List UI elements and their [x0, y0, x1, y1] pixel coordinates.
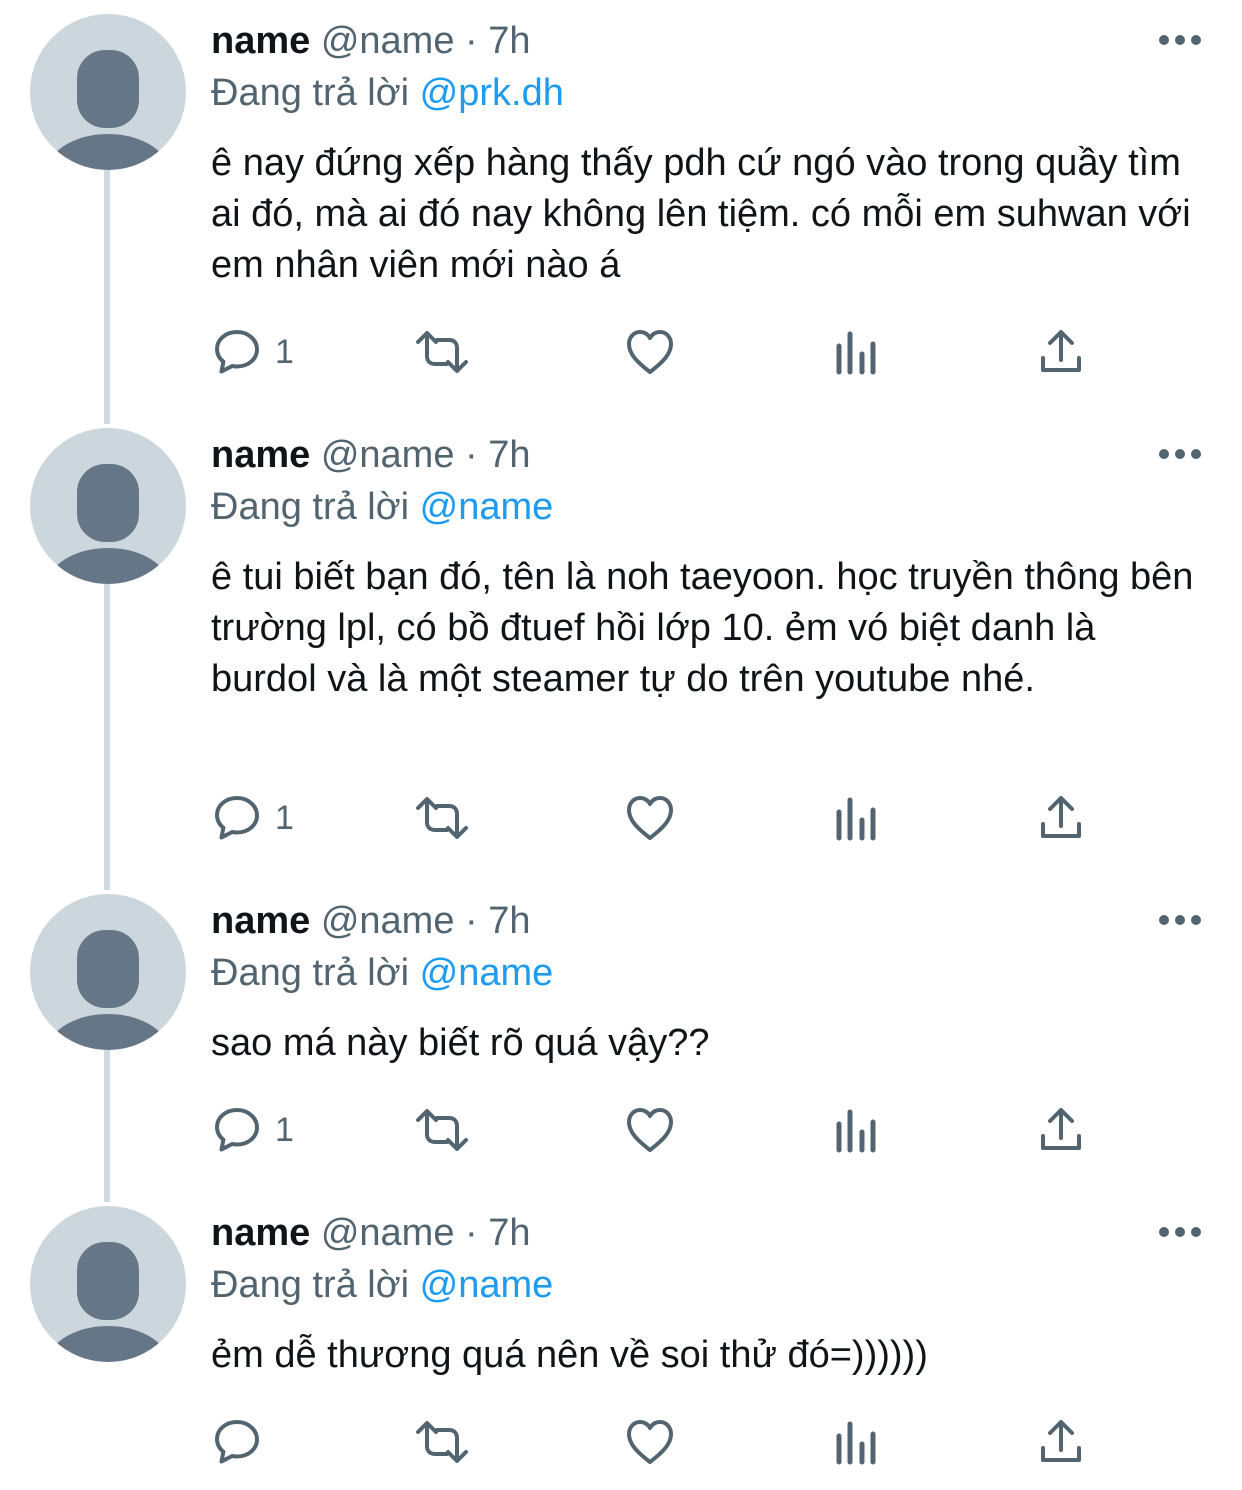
tweet-text: ê nay đứng xếp hàng thấy pdh cứ ngó vào …	[211, 142, 1191, 286]
share-button[interactable]	[1038, 1102, 1084, 1158]
timestamp[interactable]: 7h	[488, 434, 530, 476]
views-button[interactable]	[833, 790, 879, 846]
retweet-button[interactable]	[414, 324, 470, 380]
reply-count: 1	[275, 1111, 294, 1149]
timestamp[interactable]: 7h	[488, 1212, 530, 1254]
reply-mention[interactable]: @name	[420, 486, 554, 528]
default-avatar-icon	[46, 930, 170, 1050]
tweet[interactable]: name @name · 7h Đang trả lời @name sao m…	[0, 880, 1242, 1180]
share-icon	[1041, 1108, 1081, 1150]
reply-mention[interactable]: @prk.dh	[420, 72, 564, 114]
replying-to: Đang trả lời @name	[211, 950, 553, 996]
share-button[interactable]	[1038, 1414, 1084, 1470]
tweet[interactable]: name @name · 7h Đang trả lời @prk.dh ê n…	[0, 0, 1242, 400]
default-avatar-icon	[46, 464, 170, 584]
separator-dot: ·	[465, 1212, 478, 1254]
like-button[interactable]	[625, 1414, 675, 1470]
tweet-text: ê tui biết bạn đó, tên là noh taeyoon. h…	[211, 556, 1194, 700]
reply-button[interactable]: 1	[213, 324, 294, 380]
separator-dot: ·	[465, 900, 478, 942]
reply-count: 1	[275, 333, 294, 371]
retweet-button[interactable]	[414, 790, 470, 846]
retweet-button[interactable]	[414, 1102, 470, 1158]
replying-prefix: Đang trả lời	[211, 72, 410, 114]
tweet-header: name @name · 7h	[211, 432, 531, 478]
views-icon	[836, 331, 876, 375]
default-avatar-icon	[46, 1242, 170, 1362]
separator-dot: ·	[465, 434, 478, 476]
like-button[interactable]	[625, 790, 675, 846]
tweet-text: ẻm dễ thương quá nên về soi thử đó=)))))…	[211, 1334, 928, 1376]
like-icon	[627, 1108, 673, 1152]
replying-prefix: Đang trả lời	[211, 486, 410, 528]
tweet[interactable]: name @name · 7h Đang trả lời @name ẻm dễ…	[0, 1192, 1242, 1490]
share-icon	[1041, 796, 1081, 838]
timestamp[interactable]: 7h	[488, 20, 530, 62]
like-icon	[627, 330, 673, 374]
views-button[interactable]	[833, 1102, 879, 1158]
retweet-icon	[416, 797, 468, 839]
views-icon	[836, 1109, 876, 1153]
replying-prefix: Đang trả lời	[211, 952, 410, 994]
retweet-icon	[416, 331, 468, 373]
like-icon	[627, 1420, 673, 1464]
share-icon	[1041, 330, 1081, 372]
more-icon[interactable]	[1156, 1222, 1204, 1242]
avatar[interactable]	[30, 428, 186, 584]
action-bar: 1	[0, 324, 1242, 380]
avatar[interactable]	[30, 14, 186, 170]
replying-to: Đang trả lời @prk.dh	[211, 70, 564, 116]
avatar[interactable]	[30, 894, 186, 1050]
avatar[interactable]	[30, 1206, 186, 1362]
like-button[interactable]	[625, 324, 675, 380]
tweet[interactable]: name @name · 7h Đang trả lời @name ê tui…	[0, 414, 1242, 878]
action-bar: 1	[0, 1102, 1242, 1158]
more-icon[interactable]	[1156, 444, 1204, 464]
tweet-text: sao má này biết rõ quá vậy??	[211, 1022, 710, 1064]
replying-to: Đang trả lời @name	[211, 1262, 553, 1308]
timestamp[interactable]: 7h	[488, 900, 530, 942]
views-button[interactable]	[833, 324, 879, 380]
default-avatar-icon	[46, 50, 170, 170]
reply-mention[interactable]: @name	[420, 952, 554, 994]
action-bar	[0, 1414, 1242, 1470]
reply-icon	[215, 1420, 259, 1464]
replying-prefix: Đang trả lời	[211, 1264, 410, 1306]
separator-dot: ·	[465, 20, 478, 62]
reply-button[interactable]	[213, 1414, 275, 1470]
user-handle[interactable]: @name	[321, 1212, 455, 1254]
replying-to: Đang trả lời @name	[211, 484, 553, 530]
tweet-header: name @name · 7h	[211, 18, 531, 64]
reply-icon	[215, 1108, 259, 1152]
reply-count: 1	[275, 799, 294, 837]
share-button[interactable]	[1038, 324, 1084, 380]
reply-button[interactable]: 1	[213, 1102, 294, 1158]
display-name[interactable]: name	[211, 900, 310, 942]
user-handle[interactable]: @name	[321, 900, 455, 942]
user-handle[interactable]: @name	[321, 20, 455, 62]
more-icon[interactable]	[1156, 30, 1204, 50]
share-button[interactable]	[1038, 790, 1084, 846]
like-button[interactable]	[625, 1102, 675, 1158]
views-icon	[836, 1421, 876, 1465]
reply-button[interactable]: 1	[213, 790, 294, 846]
views-button[interactable]	[833, 1414, 879, 1470]
action-bar: 1	[0, 790, 1242, 846]
views-icon	[836, 797, 876, 841]
display-name[interactable]: name	[211, 434, 310, 476]
like-icon	[627, 796, 673, 840]
reply-icon	[215, 796, 259, 840]
display-name[interactable]: name	[211, 20, 310, 62]
retweet-button[interactable]	[414, 1414, 470, 1470]
more-icon[interactable]	[1156, 910, 1204, 930]
tweet-header: name @name · 7h	[211, 1210, 531, 1256]
retweet-icon	[416, 1421, 468, 1463]
retweet-icon	[416, 1109, 468, 1151]
reply-mention[interactable]: @name	[420, 1264, 554, 1306]
tweet-header: name @name · 7h	[211, 898, 531, 944]
display-name[interactable]: name	[211, 1212, 310, 1254]
share-icon	[1041, 1420, 1081, 1462]
reply-icon	[215, 330, 259, 374]
user-handle[interactable]: @name	[321, 434, 455, 476]
